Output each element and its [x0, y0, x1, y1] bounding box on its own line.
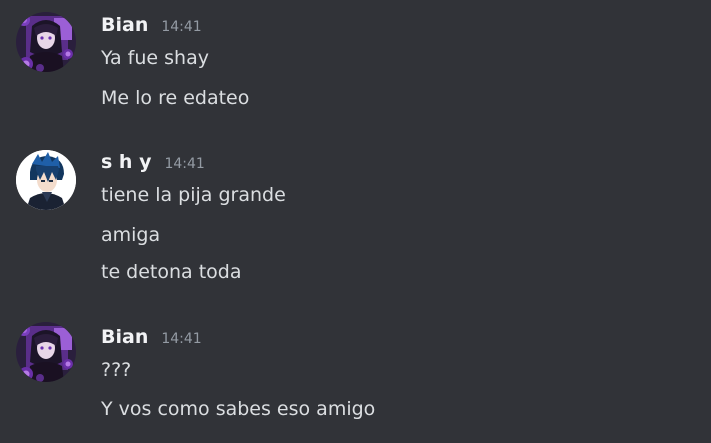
username[interactable]: Bian — [101, 14, 148, 36]
message-text: amiga — [101, 224, 161, 246]
timestamp[interactable]: 14:41 — [161, 19, 201, 35]
message-text: ??? — [101, 359, 132, 381]
anime-girl-purple-roses-avatar-icon — [16, 322, 76, 382]
timestamp[interactable]: 14:41 — [161, 331, 201, 347]
message-text: Me lo re edateo — [101, 87, 250, 109]
message-header: s h y 14:41 — [101, 151, 205, 177]
message-text: te detona toda — [101, 261, 242, 283]
username[interactable]: Bian — [101, 326, 148, 348]
avatar[interactable] — [16, 322, 76, 382]
anime-girl-purple-roses-avatar-icon — [16, 12, 76, 72]
username[interactable]: s h y — [101, 151, 151, 173]
message-text: Ya fue shay — [101, 47, 209, 69]
message-text: tiene la pija grande — [101, 184, 286, 206]
anime-boy-blue-hair-avatar-icon — [16, 150, 76, 210]
timestamp[interactable]: 14:41 — [164, 156, 204, 172]
message-text: Y vos como sabes eso amigo — [101, 398, 376, 420]
message-header: Bian 14:41 — [101, 14, 202, 40]
avatar[interactable] — [16, 12, 76, 72]
message-list: Bian 14:41 Ya fue shay Me lo re edateo s… — [0, 0, 711, 443]
message-header: Bian 14:41 — [101, 326, 202, 352]
avatar[interactable] — [16, 150, 76, 210]
